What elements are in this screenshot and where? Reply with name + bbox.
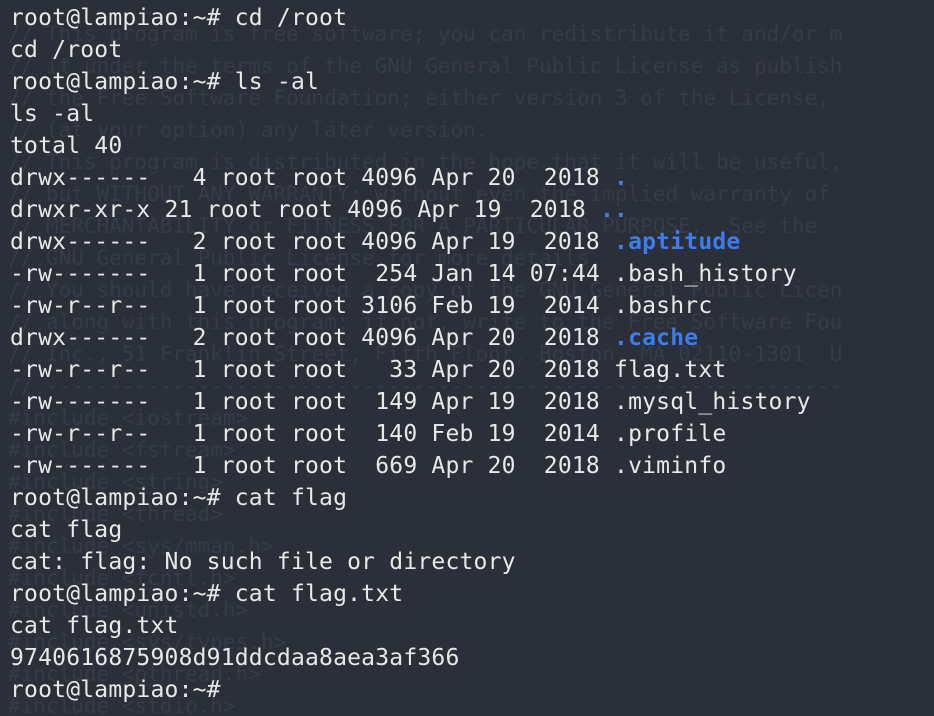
line-text: cat flag bbox=[10, 517, 123, 543]
prompt-line: root@lampiao:~# bbox=[10, 674, 934, 706]
ls-entry-row: -rw------- 1 root root 669 Apr 20 2018 .… bbox=[10, 450, 934, 482]
ls-entry-row: drwx------ 2 root root 4096 Apr 20 2018 … bbox=[10, 322, 934, 354]
line-text: root@lampiao:~# cat flag.txt bbox=[10, 581, 404, 607]
ls-entry-filename: .mysql_history bbox=[614, 389, 811, 415]
line-text: 9740616875908d91ddcdaa8aea3af366 bbox=[10, 645, 460, 671]
ls-entry-filename: flag.txt bbox=[614, 357, 727, 383]
ls-entry-filename: .bash_history bbox=[614, 261, 797, 287]
terminal-window[interactable]: // This program is free software; you ca… bbox=[0, 0, 934, 716]
line-text: cat: flag: No such file or directory bbox=[10, 549, 516, 575]
prompt-line: root@lampiao:~# cat flag.txt bbox=[10, 578, 934, 610]
line-text: root@lampiao:~# ls -al bbox=[10, 69, 320, 95]
ls-entry-meta: -rw-r--r-- 1 root root 3106 Feb 19 2014 bbox=[10, 293, 615, 319]
ls-entry-filename: .viminfo bbox=[614, 453, 727, 479]
ls-entry-meta: drwx------ 2 root root 4096 Apr 20 2018 bbox=[10, 325, 615, 351]
ls-entry-row: -rw------- 1 root root 149 Apr 19 2018 .… bbox=[10, 386, 934, 418]
ls-entry-row: -rw------- 1 root root 254 Jan 14 07:44 … bbox=[10, 258, 934, 290]
ls-entry-row: drwx------ 2 root root 4096 Apr 19 2018 … bbox=[10, 226, 934, 258]
ls-entry-dirname: .aptitude bbox=[614, 229, 741, 255]
line-text: root@lampiao:~# cd /root bbox=[10, 5, 348, 31]
ls-entry-meta: -rw------- 1 root root 669 Apr 20 2018 bbox=[10, 453, 615, 479]
line-text: root@lampiao:~# cat flag bbox=[10, 485, 348, 511]
ls-entry-meta: drwx------ 4 root root 4096 Apr 20 2018 bbox=[10, 165, 615, 191]
line-text: cat flag.txt bbox=[10, 613, 179, 639]
ls-entry-meta: -rw-r--r-- 1 root root 33 Apr 20 2018 bbox=[10, 357, 615, 383]
ls-entry-meta: drwx------ 2 root root 4096 Apr 19 2018 bbox=[10, 229, 615, 255]
ls-entry-dirname: .cache bbox=[614, 325, 699, 351]
ls-entry-meta: -rw------- 1 root root 149 Apr 19 2018 bbox=[10, 389, 615, 415]
echoed-command-line: cat flag.txt bbox=[10, 610, 934, 642]
line-text: total 40 bbox=[10, 133, 123, 159]
ls-entry-filename: .profile bbox=[614, 421, 727, 447]
echoed-command-line: cd /root bbox=[10, 34, 934, 66]
ls-entry-meta: -rw-r--r-- 1 root root 140 Feb 19 2014 bbox=[10, 421, 615, 447]
line-text: cd /root bbox=[10, 37, 123, 63]
command-output-line: total 40 bbox=[10, 130, 934, 162]
ls-entry-dirname: .. bbox=[599, 197, 629, 223]
command-output-line: 9740616875908d91ddcdaa8aea3af366 bbox=[10, 642, 934, 674]
echoed-command-line: ls -al bbox=[10, 98, 934, 130]
echoed-command-line: cat flag bbox=[10, 514, 934, 546]
line-text: ls -al bbox=[10, 101, 95, 127]
line-text: root@lampiao:~# bbox=[10, 677, 221, 703]
ls-entry-row: -rw-r--r-- 1 root root 3106 Feb 19 2014 … bbox=[10, 290, 934, 322]
prompt-line: root@lampiao:~# ls -al bbox=[10, 66, 934, 98]
error-output-line: cat: flag: No such file or directory bbox=[10, 546, 934, 578]
terminal-screen[interactable]: root@lampiao:~# cd /root cd /root root@lam… bbox=[0, 0, 934, 716]
ls-entry-filename: .bashrc bbox=[614, 293, 713, 319]
ls-entry-row: -rw-r--r-- 1 root root 140 Feb 19 2014 .… bbox=[10, 418, 934, 450]
ls-entry-row: drwxr-xr-x 21 root root 4096 Apr 19 2018… bbox=[10, 194, 934, 226]
ls-entry-meta: -rw------- 1 root root 254 Jan 14 07:44 bbox=[10, 261, 615, 287]
prompt-line: root@lampiao:~# cat flag bbox=[10, 482, 934, 514]
ls-entry-row: -rw-r--r-- 1 root root 33 Apr 20 2018 fl… bbox=[10, 354, 934, 386]
prompt-line: root@lampiao:~# cd /root bbox=[10, 2, 934, 34]
ls-entry-row: drwx------ 4 root root 4096 Apr 20 2018 … bbox=[10, 162, 934, 194]
ls-entry-dirname: . bbox=[614, 165, 629, 191]
ls-entry-meta: drwxr-xr-x 21 root root 4096 Apr 19 2018 bbox=[10, 197, 600, 223]
